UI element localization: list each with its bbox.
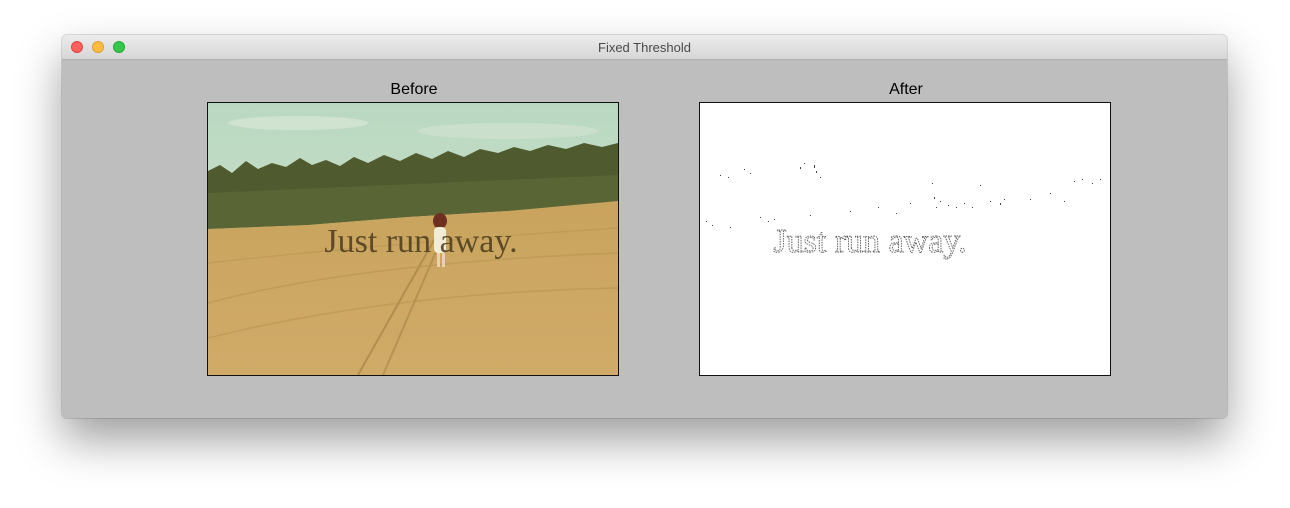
- after-label: After: [889, 81, 923, 98]
- title-bar[interactable]: Fixed Threshold: [62, 35, 1227, 60]
- after-image: Just run away.: [699, 102, 1111, 376]
- before-label: Before: [390, 81, 438, 98]
- window-title: Fixed Threshold: [598, 40, 691, 55]
- before-image: Just run away.: [207, 102, 619, 376]
- after-image-text: Just run away.: [773, 223, 966, 260]
- before-image-text: Just run away.: [324, 223, 517, 260]
- app-window: Fixed Threshold Before Just run away. Af…: [62, 35, 1227, 418]
